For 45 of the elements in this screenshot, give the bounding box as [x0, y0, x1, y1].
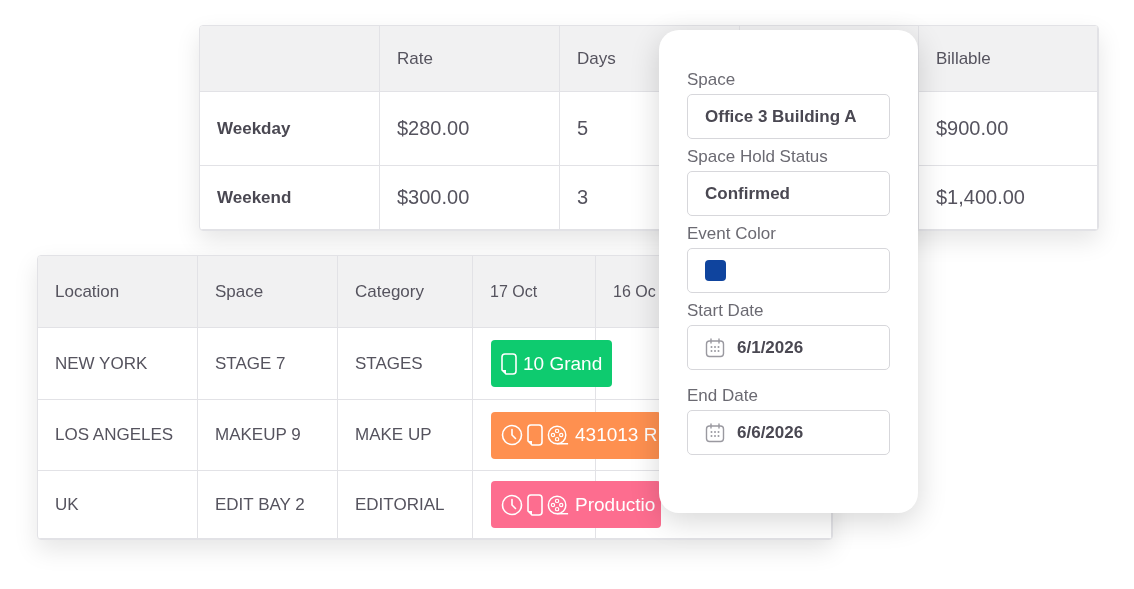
table-cell: 5: [577, 117, 589, 140]
clock-icon: [501, 424, 523, 446]
calendar-icon: [705, 422, 725, 443]
table-cell: NEW YORK: [55, 353, 148, 374]
column-header: 17 Oct: [490, 282, 538, 301]
row-header: Weekend: [217, 187, 292, 208]
film-reel-icon: [547, 424, 569, 446]
field-label: Event Color: [687, 224, 777, 244]
table-cell: MAKE UP: [355, 425, 432, 445]
column-header: Days: [577, 48, 616, 69]
film-reel-icon: [547, 493, 569, 516]
table-cell: EDIT BAY 2: [215, 494, 305, 515]
date-field[interactable]: 6/1/2026: [687, 325, 890, 370]
column-header: Space: [215, 281, 264, 302]
color-field[interactable]: [687, 248, 890, 293]
calendar-icon: [705, 337, 725, 358]
table-cell: LOS ANGELES: [55, 425, 174, 445]
date-field[interactable]: 6/6/2026: [687, 410, 890, 455]
table-cell: STAGE 7: [215, 353, 286, 374]
table-cell: EDITORIAL: [355, 494, 445, 515]
table-cell: $300.00: [397, 186, 470, 209]
input-field[interactable]: Confirmed: [687, 171, 890, 216]
table-cell: MAKEUP 9: [215, 425, 301, 445]
document-icon: [527, 424, 543, 446]
field-label: Start Date: [687, 301, 765, 321]
field-label: End Date: [687, 386, 759, 406]
table-cell: $280.00: [397, 117, 470, 140]
table-cell: $1,400.00: [936, 186, 1025, 209]
table-cell: UK: [55, 494, 79, 515]
row-header: Weekday: [217, 118, 291, 139]
clock-icon: [501, 493, 523, 516]
column-header: Category: [355, 281, 424, 302]
column-header: Billable: [936, 48, 991, 69]
field-label: Space: [687, 70, 737, 90]
column-header: Location: [55, 281, 120, 302]
table-cell: $900.00: [936, 117, 1009, 140]
column-header: 16 Oc: [613, 282, 656, 301]
document-icon: [501, 352, 517, 375]
document-icon: [527, 493, 543, 516]
field-label: Space Hold Status: [687, 147, 829, 167]
table-cell: STAGES: [355, 353, 423, 374]
table-cell: 3: [577, 186, 589, 209]
color-swatch[interactable]: [705, 260, 726, 281]
input-field[interactable]: Office 3 Building A: [687, 94, 890, 139]
column-header: Rate: [397, 48, 433, 69]
